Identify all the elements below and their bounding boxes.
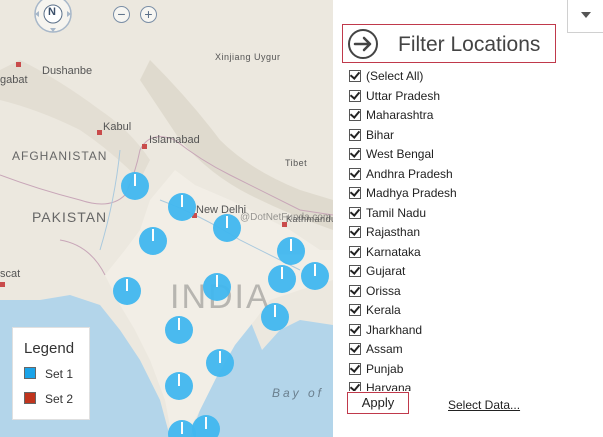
- checkbox[interactable]: [349, 187, 361, 199]
- map-label-bay-of: Bay of: [272, 386, 325, 400]
- map-view[interactable]: N − + Xinjiang Uygur Dushanbe gabat Kabu…: [0, 0, 333, 437]
- list-item-label: Tamil Nadu: [366, 205, 427, 220]
- map-pin[interactable]: [168, 193, 196, 221]
- legend-title: Legend: [24, 340, 75, 357]
- checkbox[interactable]: [349, 128, 361, 141]
- legend-swatch-set1: [24, 367, 36, 379]
- checkbox[interactable]: [349, 245, 361, 258]
- legend-item-set1: Set 1: [24, 367, 73, 381]
- checkbox[interactable]: [349, 284, 361, 297]
- map-pin[interactable]: [213, 214, 241, 242]
- checkbox[interactable]: [349, 70, 361, 82]
- city-marker: [97, 130, 102, 135]
- map-pin[interactable]: [121, 172, 149, 200]
- map-legend: Legend Set 1 Set 2: [12, 327, 90, 420]
- map-label-tibet: Tibet: [285, 158, 308, 168]
- map-navigation[interactable]: N: [33, 0, 77, 39]
- checkbox[interactable]: [349, 343, 361, 355]
- list-item-label: Kerala: [366, 303, 401, 317]
- map-pin[interactable]: [113, 277, 141, 305]
- list-item-label: Maharashtra: [366, 108, 434, 122]
- list-item-label: West Bengal: [366, 147, 434, 161]
- apply-button[interactable]: Apply: [347, 392, 409, 414]
- list-item-label: Orissa: [366, 283, 401, 298]
- map-label-scat: scat: [0, 268, 21, 280]
- map-pin[interactable]: [206, 349, 234, 377]
- select-data-link[interactable]: Select Data...: [448, 398, 520, 412]
- legend-label: Set 2: [45, 392, 74, 406]
- zoom-out-icon: −: [117, 6, 126, 22]
- map-pin[interactable]: [261, 303, 289, 331]
- checkbox[interactable]: [349, 109, 361, 121]
- list-item-label: Rajasthan: [366, 225, 421, 239]
- list-item-label: Madhya Pradesh: [366, 186, 457, 200]
- list-item-label: Uttar Pradesh: [366, 88, 441, 103]
- watermark-text: @DotNetFunda.com: [240, 212, 332, 223]
- list-item-label: Haryana: [366, 381, 412, 391]
- map-pin[interactable]: [139, 227, 167, 255]
- legend-label: Set 1: [45, 367, 74, 381]
- map-pin[interactable]: [277, 237, 305, 265]
- city-marker: [142, 144, 147, 149]
- zoom-in-button[interactable]: +: [140, 6, 157, 23]
- list-item-label: Karnataka: [366, 244, 421, 259]
- checkbox[interactable]: [349, 167, 361, 180]
- compass-label: N: [48, 6, 56, 18]
- checkbox[interactable]: [349, 89, 361, 102]
- city-marker: [0, 282, 5, 287]
- map-pin[interactable]: [165, 316, 193, 344]
- checkbox[interactable]: [349, 226, 361, 238]
- checkbox[interactable]: [349, 265, 361, 277]
- list-item-label: (Select All): [366, 69, 424, 83]
- map-pin[interactable]: [192, 415, 220, 437]
- checkbox[interactable]: [349, 206, 361, 219]
- list-item-label: Bihar: [366, 127, 395, 142]
- filter-header[interactable]: Filter Locations: [342, 24, 556, 63]
- chevron-down-icon: [581, 12, 591, 18]
- map-pin[interactable]: [301, 262, 329, 290]
- map-label-islamabad: Islamabad: [149, 134, 200, 146]
- map-pin[interactable]: [203, 273, 231, 301]
- zoom-in-icon: +: [144, 6, 153, 22]
- map-label-pakistan: PAKISTAN: [32, 209, 108, 225]
- checkbox[interactable]: [349, 148, 361, 160]
- map-label-kabul: Kabul: [103, 121, 132, 133]
- map-pin[interactable]: [268, 265, 296, 293]
- list-item-label: Andhra Pradesh: [366, 166, 453, 181]
- location-list[interactable]: (Select All) Uttar Pradesh Maharashtra B…: [349, 69, 569, 391]
- map-label-xinjiang: Xinjiang Uygur: [215, 52, 281, 62]
- map-label-gabat: gabat: [0, 74, 28, 86]
- map-label-dushanbe: Dushanbe: [42, 65, 93, 77]
- arrow-right-circle-icon[interactable]: [346, 27, 380, 61]
- map-label-afghanistan: AFGHANISTAN: [12, 149, 108, 163]
- filter-title: Filter Locations: [398, 33, 541, 56]
- legend-item-set2: Set 2: [24, 392, 73, 406]
- city-marker: [16, 62, 21, 67]
- list-item-label: Gujarat: [366, 264, 406, 278]
- map-pin[interactable]: [165, 372, 193, 400]
- list-item-label: Assam: [366, 342, 403, 356]
- legend-swatch-set2: [24, 392, 36, 404]
- checkbox[interactable]: [349, 362, 361, 375]
- checkbox[interactable]: [349, 323, 361, 336]
- panel-dropdown-button[interactable]: [567, 0, 603, 33]
- zoom-out-button[interactable]: −: [113, 6, 130, 23]
- list-item-label: Punjab: [366, 361, 404, 376]
- checkbox[interactable]: [349, 304, 361, 316]
- list-item-label: Jharkhand: [366, 322, 423, 337]
- checkbox[interactable]: [349, 382, 361, 391]
